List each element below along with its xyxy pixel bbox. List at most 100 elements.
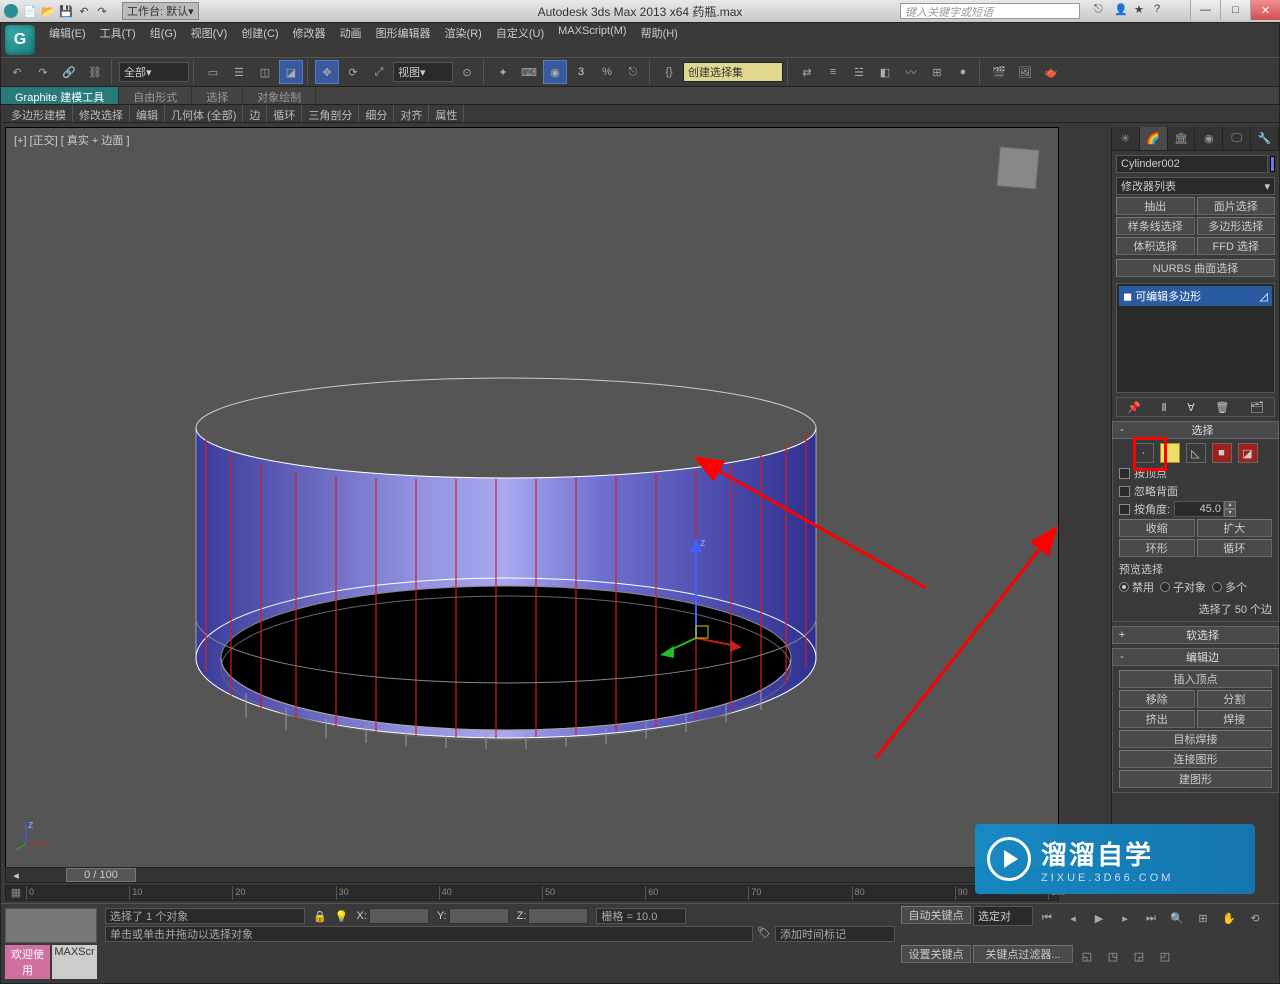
vertex-level-button[interactable]: · [1134, 443, 1154, 463]
align-button[interactable]: ≡ [821, 60, 845, 84]
render-setup-button[interactable]: 🎬 [987, 60, 1011, 84]
scale-button[interactable]: ⤢ [367, 60, 391, 84]
modifier-stack[interactable]: ◼ 可编辑多边形◿ [1116, 283, 1275, 393]
viewport[interactable]: [+] [正交] [ 真实 + 边面 ] [5, 127, 1059, 869]
link-button[interactable]: 🔗 [57, 60, 81, 84]
named-sel-sets-button[interactable]: {} [657, 60, 681, 84]
rotate-button[interactable]: ⟳ [341, 60, 365, 84]
make-unique-icon[interactable]: ∀ [1187, 401, 1195, 414]
polygon-level-button[interactable]: ■ [1212, 443, 1232, 463]
ribbon-panel[interactable]: 多边形建模 修改选择 编辑 几何体 (全部) 边 循环 三角剖分 细分 对齐 属… [1, 105, 1279, 123]
window-crossing-button[interactable]: ◪ [279, 60, 303, 84]
ribbon-tab-paint[interactable]: 对象绘制 [243, 87, 316, 104]
ribbon-item[interactable]: 边 [243, 105, 267, 122]
layers-button[interactable]: ☱ [847, 60, 871, 84]
object-name-input[interactable] [1116, 155, 1268, 173]
select-object-button[interactable]: ▭ [201, 60, 225, 84]
new-icon[interactable]: 📄 [22, 3, 38, 19]
schematic-view-button[interactable]: ⊞ [925, 60, 949, 84]
split-button[interactable]: 分割 [1197, 690, 1273, 708]
menu-animation[interactable]: 动画 [340, 25, 362, 39]
min-max-viewport-icon[interactable]: ◱ [1075, 945, 1099, 969]
menu-modifiers[interactable]: 修改器 [293, 25, 326, 39]
menu-help[interactable]: 帮助(H) [641, 25, 678, 39]
ribbon-item[interactable]: 几何体 (全部) [165, 105, 243, 122]
ribbon-tab-graphite[interactable]: Graphite 建模工具 [1, 87, 119, 104]
rollout-edit-edges-header[interactable]: -编辑边 [1112, 648, 1279, 666]
mirror-button[interactable]: ⇄ [795, 60, 819, 84]
field-of-view-icon[interactable]: ◳ [1101, 945, 1125, 969]
create-selection-set-input[interactable]: 创建选择集 [683, 62, 783, 82]
menu-rendering[interactable]: 渲染(R) [445, 25, 482, 39]
redo-icon[interactable]: ↷ [94, 3, 110, 19]
mod-button[interactable]: 体积选择 [1116, 237, 1195, 255]
lock-icon[interactable]: 🔒 [313, 910, 327, 923]
display-tab-icon[interactable]: 🖵 [1223, 127, 1251, 150]
prev-frame-icon[interactable]: ◂ [1061, 906, 1085, 930]
hierarchy-tab-icon[interactable]: 🏛 [1168, 127, 1196, 150]
loop-button[interactable]: 循环 [1197, 539, 1273, 557]
undo-button[interactable]: ↶ [5, 60, 29, 84]
ribbon-item[interactable]: 修改选择 [73, 105, 130, 122]
isolate-icon[interactable]: 💡 [335, 910, 349, 923]
ignore-backfacing-checkbox[interactable]: 忽略背面 [1119, 483, 1272, 499]
curve-editor-button[interactable]: 〰 [899, 60, 923, 84]
select-region-button[interactable]: ◫ [253, 60, 277, 84]
shrink-button[interactable]: 收缩 [1119, 519, 1195, 537]
track-bar[interactable]: ▦ 0 10 20 30 40 50 60 70 80 90 100 [5, 885, 1059, 901]
utilities-tab-icon[interactable]: 🔧 [1251, 127, 1279, 150]
goto-end-icon[interactable]: ⏭ [1139, 906, 1163, 930]
trackbar-btn[interactable]: ▦ [6, 886, 26, 900]
grow-button[interactable]: 扩大 [1197, 519, 1273, 537]
mod-button[interactable]: 面片选择 [1197, 197, 1276, 215]
zoom-extents-icon[interactable]: 🔍 [1165, 906, 1189, 930]
auto-key-button[interactable]: 自动关键点 [901, 906, 971, 924]
menu-create[interactable]: 创建(C) [241, 25, 278, 39]
menu-tools[interactable]: 工具(T) [100, 25, 136, 39]
next-frame-icon[interactable]: ▸ [1113, 906, 1137, 930]
rollout-soft-selection-header[interactable]: +软选择 [1112, 626, 1279, 644]
y-coord[interactable]: Y: [437, 908, 509, 924]
graphite-button[interactable]: ◧ [873, 60, 897, 84]
move-button[interactable]: ✥ [315, 60, 339, 84]
modifier-list-dropdown[interactable]: 修改器列表▾ [1116, 177, 1275, 195]
timeslider-prev-icon[interactable]: ◂ [6, 869, 26, 882]
angle-snap-button[interactable]: 3 [569, 60, 593, 84]
time-slider-thumb[interactable]: 0 / 100 [66, 868, 136, 882]
undo-icon[interactable]: ↶ [76, 3, 92, 19]
chamfer-button[interactable]: 连接图形 [1119, 750, 1272, 768]
insert-vertex-button[interactable]: 插入顶点 [1119, 670, 1272, 688]
select-manipulate-button[interactable]: ✦ [491, 60, 515, 84]
unlink-button[interactable]: ⛓ [83, 60, 107, 84]
pan-icon[interactable]: ✋ [1217, 906, 1241, 930]
material-editor-button[interactable]: ● [951, 60, 975, 84]
mod-button[interactable]: 多边形选择 [1197, 217, 1276, 235]
zoom-region-icon[interactable]: ◲ [1127, 945, 1151, 969]
snap-toggle[interactable]: ◉ [543, 60, 567, 84]
menu-views[interactable]: 视图(V) [191, 25, 228, 39]
ribbon-item[interactable]: 三角剖分 [302, 105, 359, 122]
favorites-icon[interactable]: ★ [1134, 3, 1150, 19]
remove-modifier-icon[interactable]: 🗑 [1215, 401, 1229, 414]
minimize-button[interactable]: — [1190, 0, 1220, 20]
configure-sets-icon[interactable]: 🗂 [1250, 401, 1264, 414]
menu-bar[interactable]: 编辑(E) 工具(T) 组(G) 视图(V) 创建(C) 修改器 动画 图形编辑… [41, 23, 1279, 41]
stack-item-editable-poly[interactable]: ◼ 可编辑多边形◿ [1119, 286, 1272, 306]
mod-button[interactable]: 样条线选择 [1116, 217, 1195, 235]
pin-stack-icon[interactable]: 📌 [1127, 401, 1141, 414]
signin-icon[interactable]: 👤 [1114, 3, 1130, 19]
mod-button[interactable]: FFD 选择 [1197, 237, 1276, 255]
use-pivot-center-button[interactable]: ⊙ [455, 60, 479, 84]
ribbon-item[interactable]: 属性 [429, 105, 464, 122]
weld-button[interactable]: 焊接 [1197, 710, 1273, 728]
mod-button-nurbs[interactable]: NURBS 曲面选择 [1116, 259, 1275, 277]
modify-tab-icon[interactable]: 🌈 [1140, 127, 1168, 150]
percent-snap-button[interactable]: % [595, 60, 619, 84]
maximize-button[interactable]: □ [1220, 0, 1250, 20]
menu-group[interactable]: 组(G) [150, 25, 177, 39]
rendered-frame-button[interactable]: 🖼 [1013, 60, 1037, 84]
select-by-name-button[interactable]: ☰ [227, 60, 251, 84]
motion-tab-icon[interactable]: ◉ [1195, 127, 1223, 150]
ring-button[interactable]: 环形 [1119, 539, 1195, 557]
help-search-input[interactable]: 键入关键字或短语 [900, 3, 1080, 19]
